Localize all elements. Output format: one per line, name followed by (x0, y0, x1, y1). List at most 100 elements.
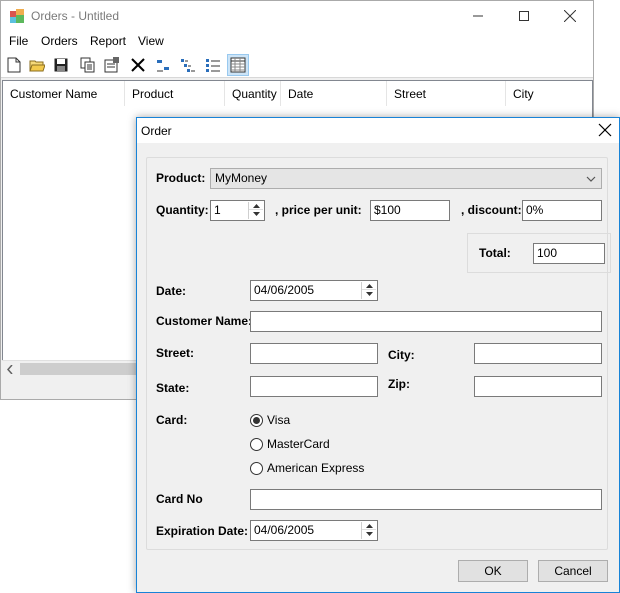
card-label: Card: (156, 413, 188, 427)
copy-button[interactable] (77, 54, 99, 76)
zip-field[interactable] (474, 376, 602, 397)
card-no-field[interactable] (250, 489, 602, 510)
column-header-date[interactable]: Date (281, 81, 387, 106)
maximize-button[interactable] (501, 1, 547, 31)
order-dialog: Order Product: MyMoney Quantity: 1 , pri… (136, 117, 620, 593)
chevron-up-icon (252, 203, 260, 208)
minimize-button[interactable] (455, 1, 501, 31)
quantity-spinner[interactable] (248, 202, 263, 219)
column-header-street[interactable]: Street (387, 81, 506, 106)
state-label: State: (156, 381, 190, 395)
column-header-quantity[interactable]: Quantity (225, 81, 281, 106)
radio-label-mastercard[interactable]: MasterCard (267, 437, 330, 451)
main-titlebar[interactable]: Orders - Untitled (1, 1, 593, 31)
dialog-title: Order (141, 124, 172, 138)
minimize-icon (473, 15, 483, 17)
chevron-down-icon (365, 292, 373, 296)
radio-visa[interactable] (250, 414, 263, 427)
expiration-date-picker[interactable]: 04/06/2005 (250, 520, 378, 541)
expiration-spinner[interactable] (361, 522, 376, 539)
expiration-date-label: Expiration Date: (156, 524, 249, 538)
radio-label-visa[interactable]: Visa (267, 413, 290, 427)
date-spinner[interactable] (361, 282, 376, 299)
spin-down-button[interactable] (362, 530, 376, 538)
column-header-customer-name[interactable]: Customer Name (3, 81, 125, 106)
discount-field[interactable]: 0% (522, 200, 602, 221)
menubar: File Orders Report View (1, 31, 593, 52)
price-label: , price per unit: (275, 203, 362, 217)
delete-button[interactable] (127, 54, 149, 76)
list-view-button[interactable] (177, 54, 199, 76)
spin-up-button[interactable] (249, 202, 263, 210)
customer-name-field[interactable] (250, 311, 602, 332)
list-view-icon (181, 59, 195, 72)
menu-orders[interactable]: Orders (41, 34, 78, 48)
close-icon[interactable] (597, 122, 613, 138)
delete-icon (131, 58, 145, 72)
total-field[interactable]: 100 (533, 243, 605, 264)
date-value: 04/06/2005 (254, 283, 315, 297)
date-picker[interactable]: 04/06/2005 (250, 280, 378, 301)
column-header-city[interactable]: City (506, 81, 592, 106)
scrollbar-thumb[interactable] (20, 363, 138, 375)
chevron-up-icon (365, 283, 373, 288)
product-value: MyMoney (215, 171, 268, 185)
price-field[interactable]: $100 (370, 200, 450, 221)
horizontal-scrollbar[interactable] (2, 360, 140, 377)
grid-view-icon (230, 57, 246, 73)
properties-button[interactable] (101, 54, 123, 76)
date-label: Date: (156, 284, 187, 298)
zip-label: Zip: (388, 377, 410, 391)
quantity-value: 1 (214, 203, 221, 217)
total-box: Total: 100 (467, 233, 611, 273)
street-label: Street: (156, 346, 195, 360)
total-label: Total: (479, 246, 511, 260)
new-button[interactable] (3, 54, 25, 76)
expiration-date-value: 04/06/2005 (254, 523, 315, 537)
small-icons-view-icon (157, 60, 169, 72)
dialog-titlebar[interactable]: Order (137, 118, 619, 143)
radio-american-express[interactable] (250, 462, 263, 475)
close-icon (564, 10, 576, 22)
spin-down-button[interactable] (362, 290, 376, 298)
city-label: City: (388, 348, 415, 362)
save-button[interactable] (50, 54, 72, 76)
city-field[interactable] (474, 343, 602, 364)
order-groupbox: Product: MyMoney Quantity: 1 , price per… (146, 157, 611, 550)
menu-report[interactable]: Report (90, 34, 126, 48)
new-document-icon (7, 57, 21, 73)
details-view-button[interactable] (202, 54, 224, 76)
menu-file[interactable]: File (9, 34, 28, 48)
grid-view-button[interactable] (227, 54, 249, 76)
menu-view[interactable]: View (138, 34, 164, 48)
properties-icon (104, 57, 119, 73)
copy-icon (80, 57, 95, 73)
cancel-button[interactable]: Cancel (538, 560, 608, 582)
product-label: Product: (156, 171, 206, 185)
chevron-up-icon (365, 523, 373, 528)
street-field[interactable] (250, 343, 378, 364)
card-no-label: Card No (156, 492, 203, 506)
quantity-stepper[interactable]: 1 (210, 200, 265, 221)
spin-down-button[interactable] (249, 210, 263, 218)
save-icon (54, 58, 68, 72)
chevron-down-icon (586, 176, 596, 182)
radio-label-american-express[interactable]: American Express (267, 461, 364, 475)
spin-up-button[interactable] (362, 522, 376, 530)
small-icons-view-button[interactable] (152, 54, 174, 76)
toolbar (1, 52, 593, 78)
chevron-down-icon (252, 212, 260, 216)
quantity-label: Quantity: (156, 203, 209, 217)
close-button[interactable] (547, 1, 593, 31)
open-folder-icon (29, 60, 45, 72)
window-title: Orders - Untitled (31, 9, 120, 23)
maximize-icon (519, 11, 529, 21)
scroll-left-icon[interactable] (7, 365, 13, 374)
column-header-product[interactable]: Product (125, 81, 225, 106)
state-field[interactable] (250, 376, 378, 397)
ok-button[interactable]: OK (458, 560, 528, 582)
open-button[interactable] (26, 54, 48, 76)
product-combobox[interactable]: MyMoney (210, 168, 602, 189)
spin-up-button[interactable] (362, 282, 376, 290)
radio-mastercard[interactable] (250, 438, 263, 451)
